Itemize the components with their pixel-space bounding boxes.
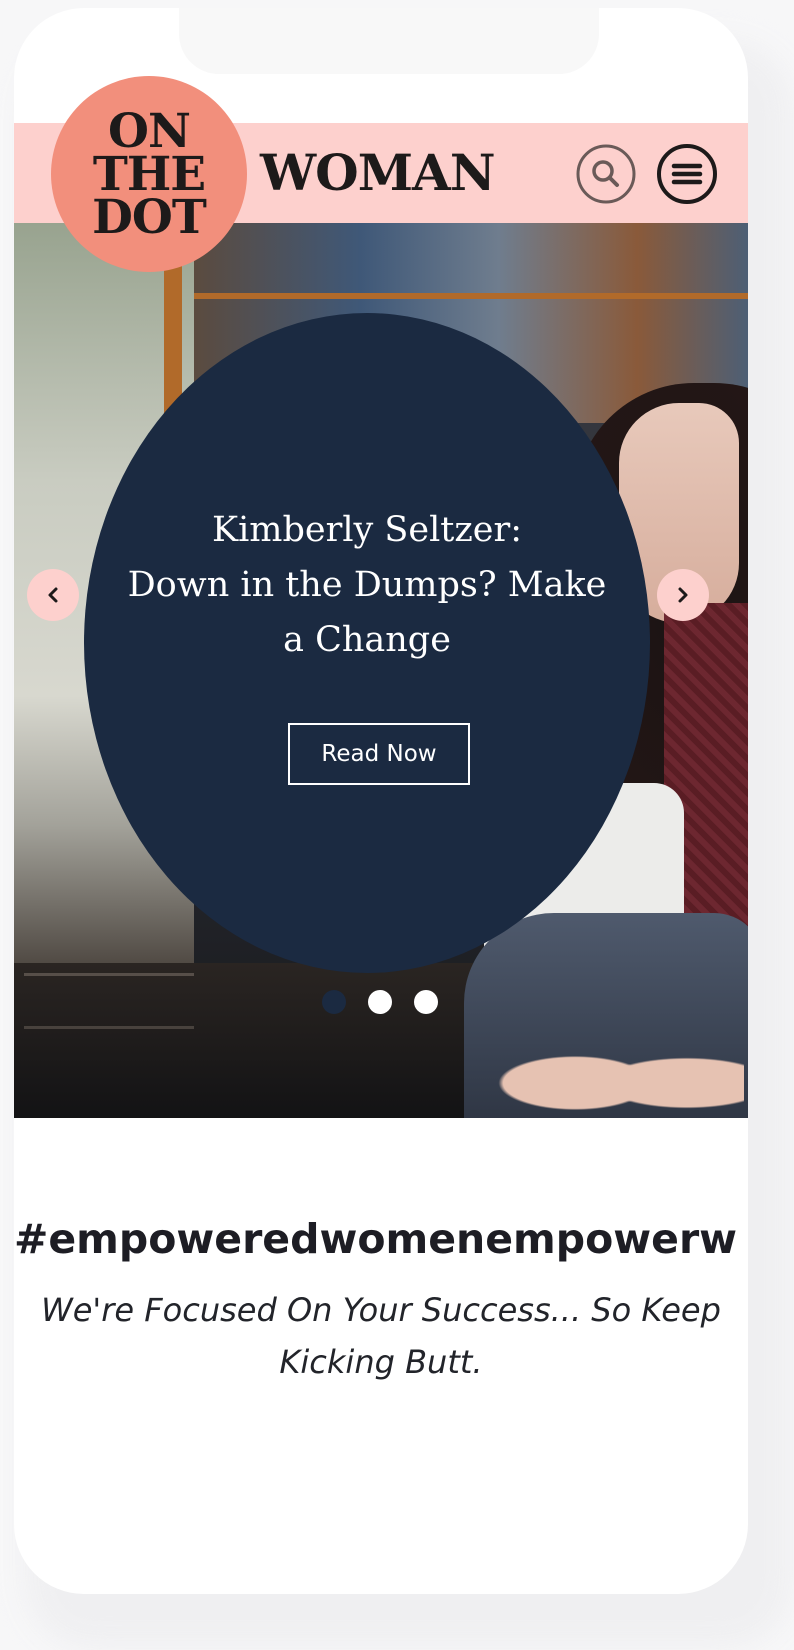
logo-wordmark[interactable]: WOMAN <box>260 148 496 198</box>
slide-title-line-1: Kimberly Seltzer: <box>211 510 523 550</box>
logo-line-dot: DOT <box>92 189 207 245</box>
chevron-left-icon <box>48 587 58 603</box>
site-logo[interactable]: ON THE DOT <box>51 76 247 272</box>
carousel-dots <box>322 990 438 1014</box>
hero-carousel: Kimberly Seltzer: Down in the Dumps? Mak… <box>14 223 748 1118</box>
search-icon <box>576 144 636 204</box>
carousel-next-button[interactable] <box>657 569 709 621</box>
read-now-button[interactable]: Read Now <box>288 723 470 785</box>
slide-title-line-2: Down in the Dumps? Make <box>127 565 607 605</box>
menu-button[interactable] <box>656 143 718 205</box>
carousel-dot-1[interactable] <box>322 990 346 1014</box>
tagline: We're Focused On Your Success... So Keep… <box>14 1284 748 1388</box>
slide-title: Kimberly Seltzer: Down in the Dumps? Mak… <box>124 503 610 668</box>
carousel-dot-3[interactable] <box>414 990 438 1014</box>
phone-notch <box>179 8 599 74</box>
carousel-prev-button[interactable] <box>27 569 79 621</box>
tagline-line-2: Kicking Butt. <box>279 1343 483 1381</box>
search-button[interactable] <box>575 143 637 205</box>
hamburger-menu-icon <box>657 144 717 204</box>
chevron-right-icon <box>678 587 688 603</box>
hashtag-heading: #empoweredwomenempowerw <box>14 1215 738 1263</box>
slide-title-line-3: a Change <box>283 620 451 660</box>
carousel-dot-2[interactable] <box>368 990 392 1014</box>
tagline-line-1: We're Focused On Your Success... So Keep <box>41 1291 721 1329</box>
phone-frame: ON THE DOT WOMAN Kimberly Seltzer: Down … <box>14 8 748 1594</box>
